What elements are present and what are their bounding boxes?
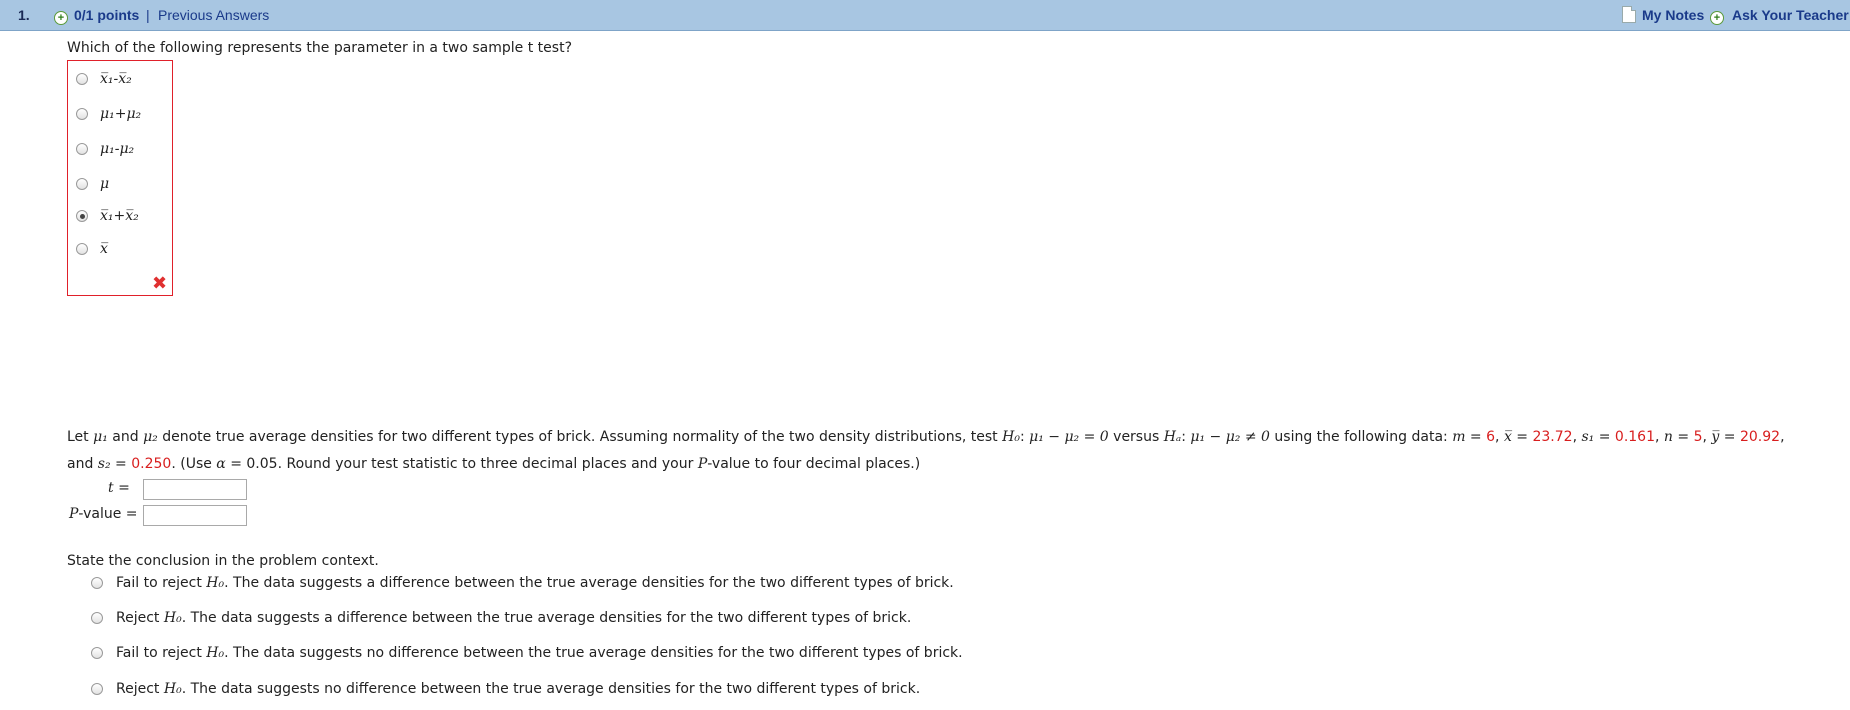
ybar-value: 20.92 bbox=[1739, 429, 1781, 445]
previous-answers-link[interactable]: Previous Answers bbox=[158, 7, 269, 23]
ask-teacher-link[interactable]: + Ask Your Teacher bbox=[1710, 7, 1849, 25]
points-text: 0/1 points bbox=[74, 7, 140, 23]
option-3[interactable]: μ₁-μ₂ bbox=[76, 139, 134, 159]
question1-prompt: Which of the following represents the pa… bbox=[67, 40, 572, 56]
radio-button-selected[interactable] bbox=[76, 210, 88, 222]
option-label: μ₁-μ₂ bbox=[100, 141, 135, 157]
option-label: Fail to reject H₀. The data suggests no … bbox=[116, 645, 963, 661]
option-label: Fail to reject H₀. The data suggests a d… bbox=[116, 575, 954, 591]
t-statistic-input[interactable] bbox=[143, 479, 247, 500]
notes-icon bbox=[1622, 6, 1636, 23]
conclusion-option-1[interactable]: Fail to reject H₀. The data suggests a d… bbox=[91, 573, 954, 593]
option-label: Reject H₀. The data suggests no differen… bbox=[116, 681, 921, 697]
radio-button[interactable] bbox=[76, 143, 88, 155]
radio-button[interactable] bbox=[76, 108, 88, 120]
plus-icon: + bbox=[1710, 11, 1724, 25]
s2-value: 0.250 bbox=[131, 456, 172, 472]
question1-answer-box: x̅₁-x̅₂ μ₁+μ₂ μ₁-μ₂ μ x̅₁+x̅₂ x̅ ✖ bbox=[67, 60, 173, 296]
option-5[interactable]: x̅₁+x̅₂ bbox=[76, 206, 139, 226]
t-label: t = bbox=[108, 480, 130, 496]
option-6[interactable]: x̅ bbox=[76, 239, 108, 259]
ask-teacher-label: Ask Your Teacher bbox=[1732, 7, 1849, 23]
option-label: μ₁+μ₂ bbox=[100, 106, 142, 122]
p-value-input[interactable] bbox=[143, 505, 247, 526]
option-label: x̅₁+x̅₂ bbox=[100, 208, 139, 224]
radio-button[interactable] bbox=[91, 683, 103, 695]
radio-button[interactable] bbox=[76, 73, 88, 85]
option-label: Reject H₀. The data suggests a differenc… bbox=[116, 610, 912, 626]
question2-prompt: Let μ₁ and μ₂ denote true average densit… bbox=[67, 429, 1785, 472]
plus-icon: + bbox=[54, 11, 68, 25]
option-label: x̅ bbox=[100, 241, 108, 257]
radio-button[interactable] bbox=[76, 243, 88, 255]
question-header-bar: 1. +0/1 points | Previous Answers My Not… bbox=[0, 0, 1850, 31]
option-4[interactable]: μ bbox=[76, 174, 109, 194]
conclusion-option-2[interactable]: Reject H₀. The data suggests a differenc… bbox=[91, 608, 911, 628]
radio-button[interactable] bbox=[76, 178, 88, 190]
option-1[interactable]: x̅₁-x̅₂ bbox=[76, 69, 132, 89]
my-notes-link[interactable]: My Notes bbox=[1622, 6, 1704, 23]
m-value: 6 bbox=[1486, 429, 1496, 445]
radio-button[interactable] bbox=[91, 577, 103, 589]
s1-value: 0.161 bbox=[1614, 429, 1656, 445]
separator: | bbox=[146, 7, 150, 23]
my-notes-label: My Notes bbox=[1642, 7, 1705, 23]
conclusion-option-4[interactable]: Reject H₀. The data suggests no differen… bbox=[91, 679, 920, 699]
radio-button[interactable] bbox=[91, 647, 103, 659]
incorrect-x-icon: ✖ bbox=[152, 273, 168, 294]
points-indicator: +0/1 points bbox=[54, 7, 139, 25]
option-label: μ bbox=[100, 176, 110, 192]
p-value-label: P-value = bbox=[69, 506, 138, 522]
conclusion-option-3[interactable]: Fail to reject H₀. The data suggests no … bbox=[91, 643, 963, 663]
option-2[interactable]: μ₁+μ₂ bbox=[76, 104, 141, 124]
n-value: 5 bbox=[1693, 429, 1703, 445]
radio-button[interactable] bbox=[91, 612, 103, 624]
xbar-value: 23.72 bbox=[1532, 429, 1573, 445]
question3-prompt: State the conclusion in the problem cont… bbox=[67, 553, 379, 569]
question-number: 1. bbox=[18, 7, 30, 23]
option-label: x̅₁-x̅₂ bbox=[100, 71, 132, 87]
